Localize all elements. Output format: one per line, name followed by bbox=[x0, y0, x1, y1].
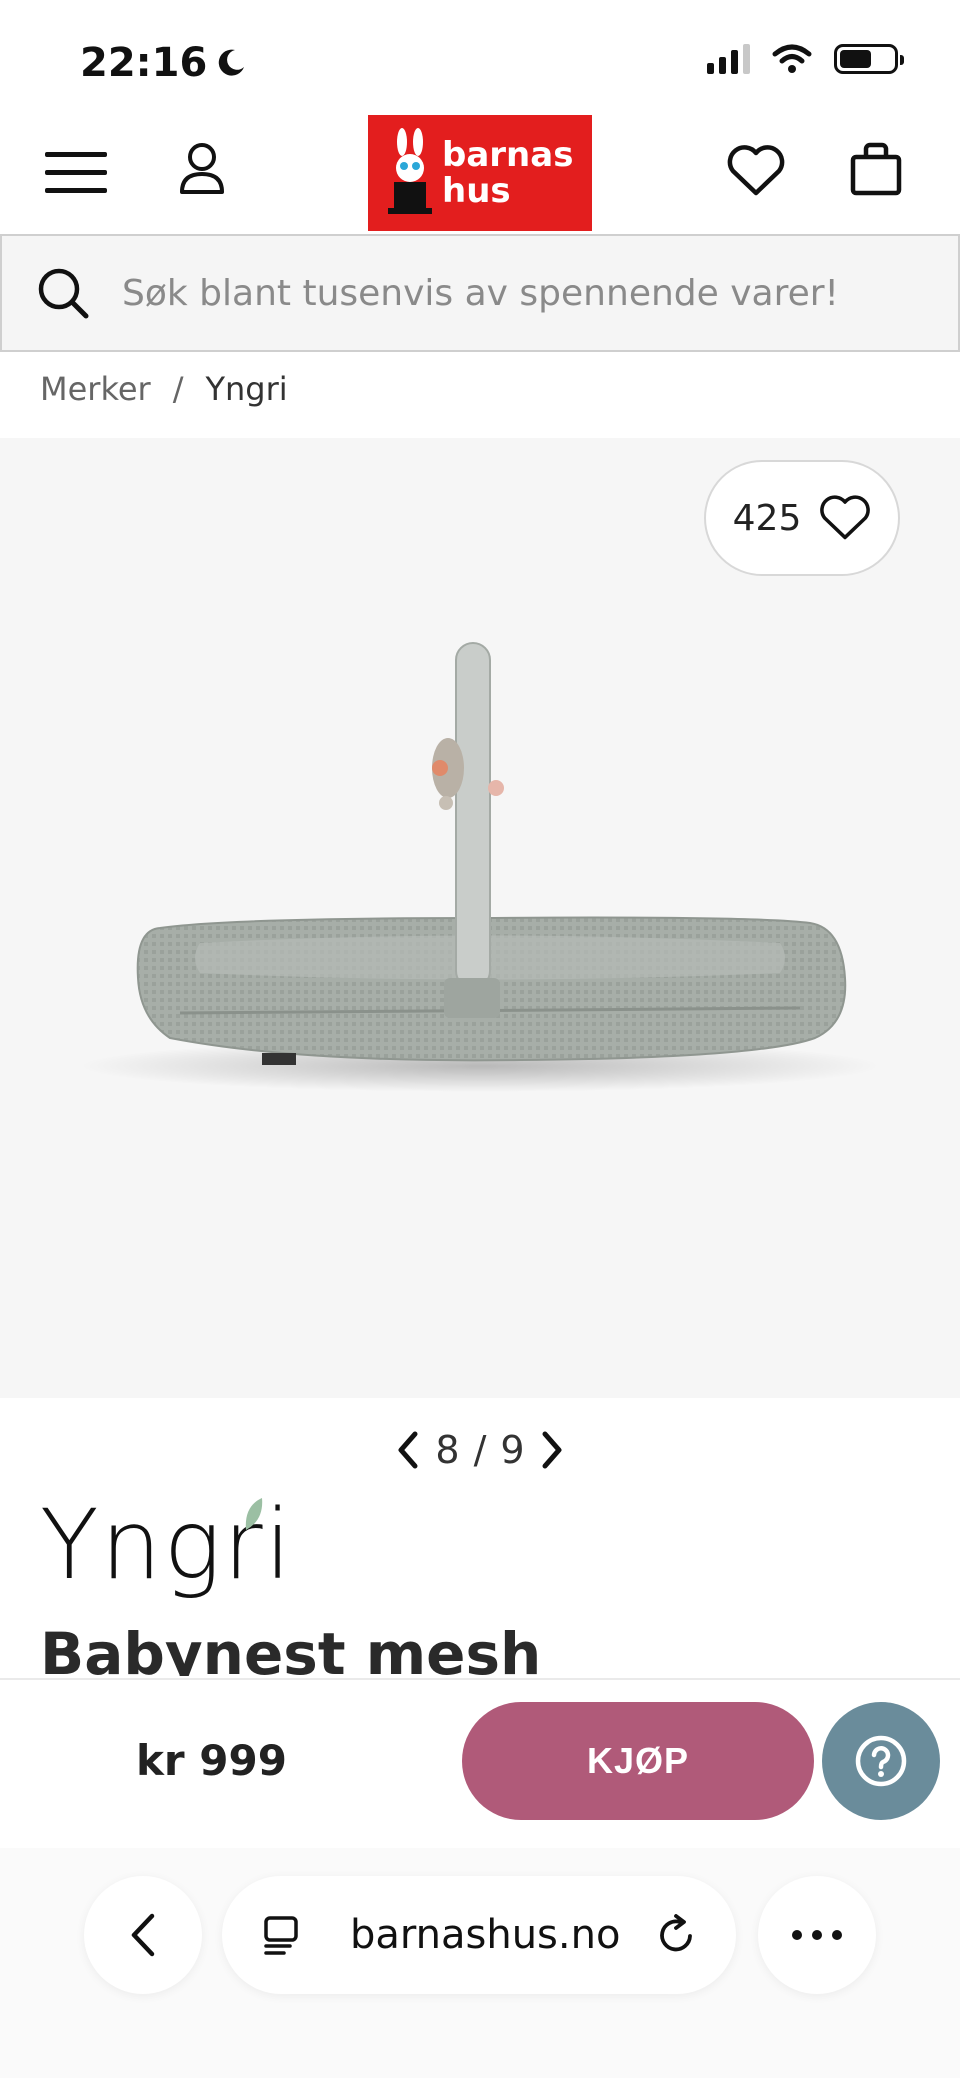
product-image-gallery[interactable]: 425 bbox=[0, 438, 960, 1398]
more-icon bbox=[792, 1930, 842, 1940]
reload-icon[interactable] bbox=[656, 1914, 698, 1956]
account-button[interactable] bbox=[172, 139, 232, 199]
image-pager: 8 / 9 bbox=[380, 1420, 580, 1480]
breadcrumb-current[interactable]: Yngri bbox=[205, 370, 287, 408]
pager-current: 8 bbox=[435, 1428, 460, 1472]
wifi-icon bbox=[772, 44, 812, 73]
rabbit-hat-logo-icon bbox=[388, 128, 432, 214]
breadcrumb-link-merker[interactable]: Merker bbox=[40, 370, 151, 408]
help-icon bbox=[855, 1735, 907, 1787]
buy-bar: kr 999 KJØP bbox=[0, 1678, 960, 1848]
site-logo[interactable]: barnas hus bbox=[368, 115, 592, 231]
logo-text-line1: barnas bbox=[442, 135, 574, 175]
status-bar: 22:16 bbox=[0, 0, 960, 115]
cart-button[interactable] bbox=[846, 137, 906, 201]
help-button[interactable] bbox=[822, 1702, 940, 1820]
search-icon bbox=[38, 268, 89, 319]
tabs-icon[interactable] bbox=[260, 1914, 302, 1956]
logo-text: barnas hus bbox=[442, 137, 573, 209]
breadcrumb: Merker / Yngri bbox=[40, 370, 288, 408]
pager-total: 9 bbox=[500, 1428, 525, 1472]
buy-button[interactable]: KJØP bbox=[462, 1702, 814, 1820]
address-bar[interactable]: barnashus.no bbox=[222, 1876, 736, 1994]
url-text: barnashus.no bbox=[350, 1912, 621, 1958]
brand-leaf-icon bbox=[245, 1498, 263, 1530]
moon-icon bbox=[219, 49, 245, 76]
chevron-right-icon[interactable] bbox=[539, 1430, 565, 1470]
menu-icon bbox=[45, 152, 107, 193]
browser-back-button[interactable] bbox=[84, 1876, 202, 1994]
battery-icon bbox=[834, 44, 904, 74]
signal-icon bbox=[707, 44, 750, 74]
product-title: Babynest mesh bbox=[40, 1620, 542, 1676]
bag-icon bbox=[850, 142, 902, 196]
logo-text-line2: hus bbox=[442, 171, 511, 211]
wishlist-button[interactable] bbox=[724, 139, 788, 203]
menu-button[interactable] bbox=[40, 145, 112, 201]
browser-toolbar: barnashus.no bbox=[0, 1848, 960, 2078]
chevron-left-icon[interactable] bbox=[395, 1430, 421, 1470]
product-photo bbox=[80, 642, 880, 1092]
search-bar[interactable] bbox=[0, 234, 960, 352]
browser-more-button[interactable] bbox=[758, 1876, 876, 1994]
site-header: barnas hus bbox=[0, 115, 960, 232]
product-price: kr 999 bbox=[136, 1736, 287, 1785]
chevron-left-icon bbox=[131, 1913, 155, 1957]
search-input[interactable] bbox=[122, 272, 922, 314]
heart-icon bbox=[727, 145, 785, 196]
status-indicators bbox=[707, 44, 904, 74]
user-icon bbox=[180, 143, 224, 194]
pager-separator: / bbox=[473, 1428, 487, 1472]
breadcrumb-separator: / bbox=[172, 370, 184, 408]
status-time: 22:16 bbox=[80, 40, 247, 86]
clock-text: 22:16 bbox=[80, 40, 208, 86]
